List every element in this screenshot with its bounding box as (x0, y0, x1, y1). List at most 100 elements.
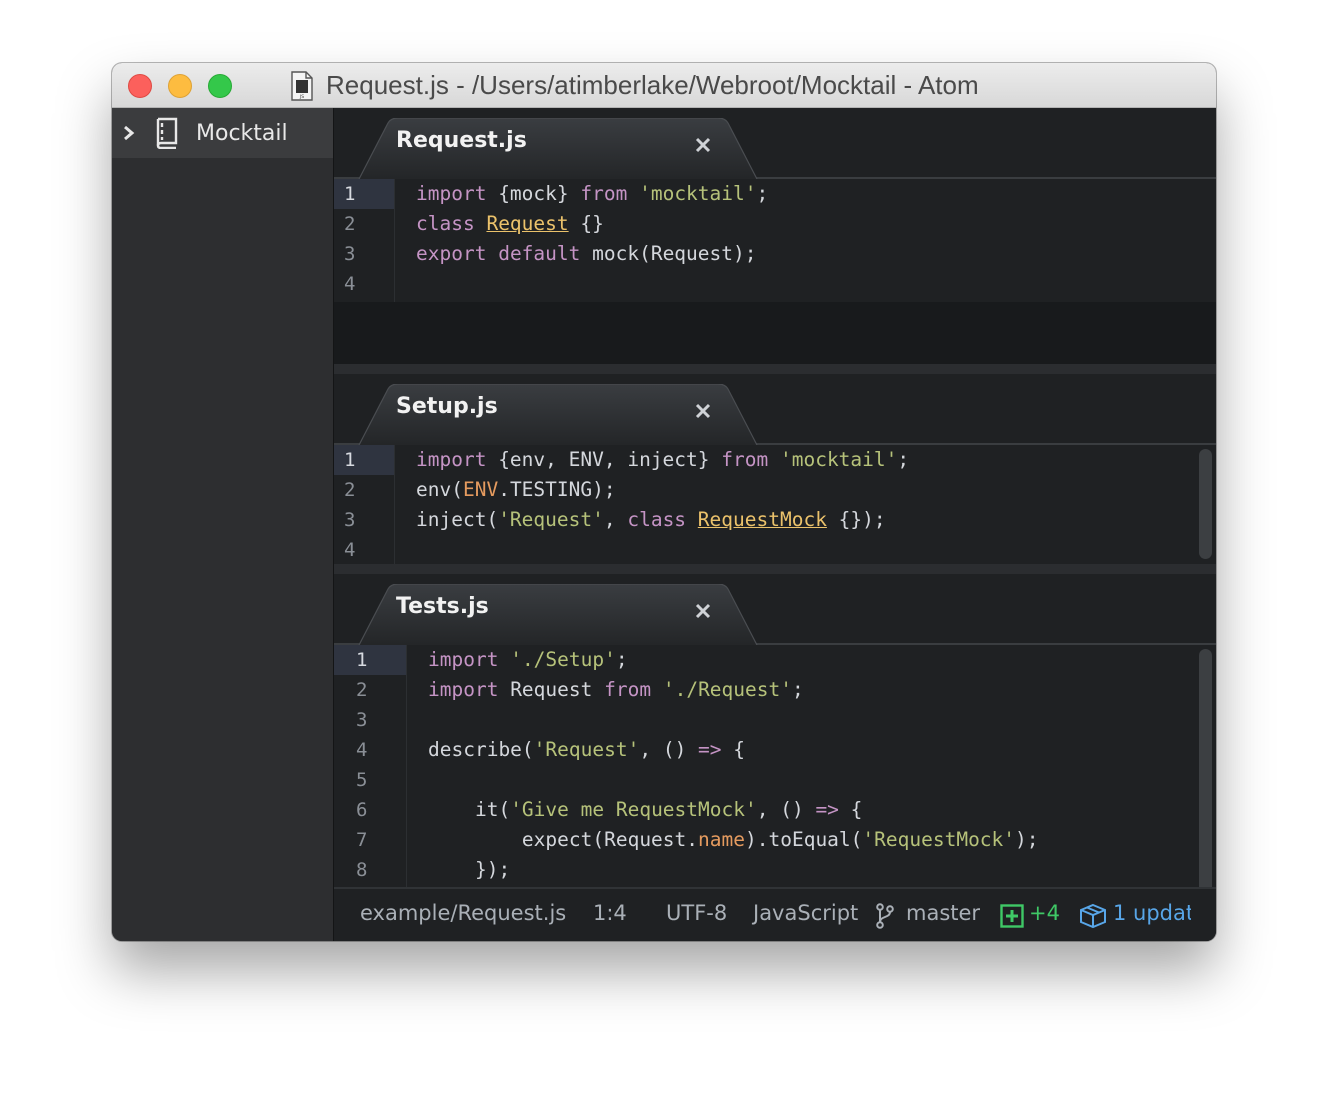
code-line[interactable]: class Request {} (416, 209, 1216, 239)
code-token: ; (897, 448, 910, 471)
line-number[interactable]: 3 (334, 505, 394, 535)
line-number[interactable]: 3 (334, 705, 406, 735)
code-line[interactable]: import './Setup'; (428, 645, 1216, 675)
line-number[interactable]: 4 (334, 535, 394, 565)
atom-window: JS Request.js - /Users/atimberlake/Webro… (112, 63, 1216, 941)
code-area[interactable]: import {env, ENV, inject} from 'mocktail… (416, 445, 1216, 565)
text-editor[interactable]: 1234 import {env, ENV, inject} from 'moc… (334, 445, 1216, 568)
code-token: .TESTING); (498, 478, 616, 501)
code-line[interactable]: import Request from './Request'; (428, 675, 1216, 705)
string-token: 'mocktail' (639, 182, 757, 205)
title-bar: JS Request.js - /Users/atimberlake/Webro… (112, 63, 1216, 108)
code-token: { (721, 738, 746, 761)
status-cursor-position[interactable]: 1:4 (593, 901, 627, 925)
package-icon (1080, 903, 1106, 929)
status-grammar[interactable]: JavaScript (753, 901, 858, 925)
line-number[interactable]: 5 (334, 765, 406, 795)
workspace: Request.js 1234 import {mock} from 'mock… (334, 108, 1216, 941)
document-icon: JS (291, 70, 313, 101)
code-line[interactable]: import {mock} from 'mocktail'; (416, 179, 1216, 209)
minimize-window-button[interactable] (168, 74, 192, 98)
line-number[interactable]: 2 (334, 209, 394, 239)
line-number[interactable]: 2 (334, 675, 406, 705)
vertical-scrollbar[interactable] (1199, 449, 1212, 559)
tab-setup-js[interactable]: Setup.js (358, 384, 758, 447)
tab-tests-js[interactable]: Tests.js (358, 584, 758, 647)
tab-request-js[interactable]: Request.js (358, 118, 758, 181)
status-encoding[interactable]: UTF-8 (666, 901, 727, 925)
code-token: , () (756, 798, 816, 821)
string-token: './Request' (662, 678, 792, 701)
status-git-added[interactable]: +4 (1029, 901, 1060, 925)
code-line[interactable]: env(ENV.TESTING); (416, 475, 1216, 505)
code-area[interactable]: import {mock} from 'mocktail'; class Requ… (416, 179, 1216, 299)
code-line[interactable]: it('Give me RequestMock', () => { (428, 795, 1216, 825)
line-number[interactable]: 3 (334, 239, 394, 269)
string-token: 'Request' (498, 508, 604, 531)
code-token: Request (498, 678, 605, 701)
property-token: ENV (462, 478, 499, 501)
line-number-gutter: 1234 (334, 179, 395, 302)
tab-bar: Setup.js (334, 374, 1216, 447)
string-token: 'RequestMock' (862, 828, 1016, 851)
keyword-token: class (627, 508, 687, 531)
line-number[interactable]: 4 (334, 735, 406, 765)
string-token: 'mocktail' (779, 448, 898, 471)
code-line[interactable]: import {env, ENV, inject} from 'mocktail… (416, 445, 1216, 475)
close-tab-icon[interactable] (694, 402, 712, 420)
text-editor[interactable]: 1234 import {mock} from 'mocktail'; class… (334, 179, 1216, 302)
editor-pane-setup: Setup.js 1234 import {env, ENV, inject} … (334, 374, 1216, 568)
code-token: env( (416, 478, 463, 501)
code-token: , () (639, 738, 699, 761)
pane-divider[interactable] (334, 364, 1216, 374)
code-token: }); (428, 858, 511, 881)
zoom-window-button[interactable] (208, 74, 232, 98)
code-line[interactable]: inject('Request', class RequestMock {}); (416, 505, 1216, 535)
line-number[interactable]: 1 (334, 179, 394, 209)
chevron-right-icon[interactable] (122, 123, 136, 143)
close-tab-icon[interactable] (694, 602, 712, 620)
code-line[interactable]: expect(Request.name).toEqual('RequestMoc… (428, 825, 1216, 855)
line-number[interactable]: 1 (334, 445, 394, 475)
status-git-branch[interactable]: master (906, 901, 980, 925)
svg-text:JS: JS (299, 94, 304, 100)
keyword-token: import (416, 182, 487, 205)
git-added-icon (1000, 904, 1024, 928)
status-bar: example/Request.js 1:4 UTF-8 JavaScript … (334, 887, 1216, 941)
vertical-scrollbar[interactable] (1199, 649, 1212, 925)
code-token: it( (428, 798, 511, 821)
tab-bar: Tests.js (334, 574, 1216, 647)
close-window-button[interactable] (128, 74, 152, 98)
line-number[interactable]: 8 (334, 855, 406, 885)
keyword-token: default (498, 242, 581, 265)
status-file-path[interactable]: example/Request.js (360, 901, 566, 925)
status-package-updates[interactable]: 1 updat (1113, 901, 1191, 925)
line-number[interactable]: 6 (334, 795, 406, 825)
code-line[interactable] (428, 705, 1216, 735)
line-number[interactable]: 2 (334, 475, 394, 505)
pane-divider[interactable] (334, 564, 1216, 574)
tree-root-item[interactable]: Mocktail (112, 108, 333, 158)
line-number[interactable]: 7 (334, 825, 406, 855)
class-name-token: Request (486, 212, 569, 235)
code-token: ); (1015, 828, 1039, 851)
code-token: ; (756, 182, 769, 205)
line-number[interactable]: 4 (334, 269, 394, 299)
close-tab-icon[interactable] (694, 136, 712, 154)
line-number[interactable]: 1 (334, 645, 406, 675)
keyword-token: import (428, 678, 499, 701)
code-line[interactable]: describe('Request', () => { (428, 735, 1216, 765)
code-line[interactable] (416, 535, 1216, 565)
code-line[interactable]: }); (428, 855, 1216, 885)
code-line[interactable] (416, 269, 1216, 299)
code-line[interactable]: export default mock(Request); (416, 239, 1216, 269)
code-token: {}); (826, 508, 886, 531)
editor-pane-request: Request.js 1234 import {mock} from 'mock… (334, 108, 1216, 364)
code-line[interactable] (428, 765, 1216, 795)
